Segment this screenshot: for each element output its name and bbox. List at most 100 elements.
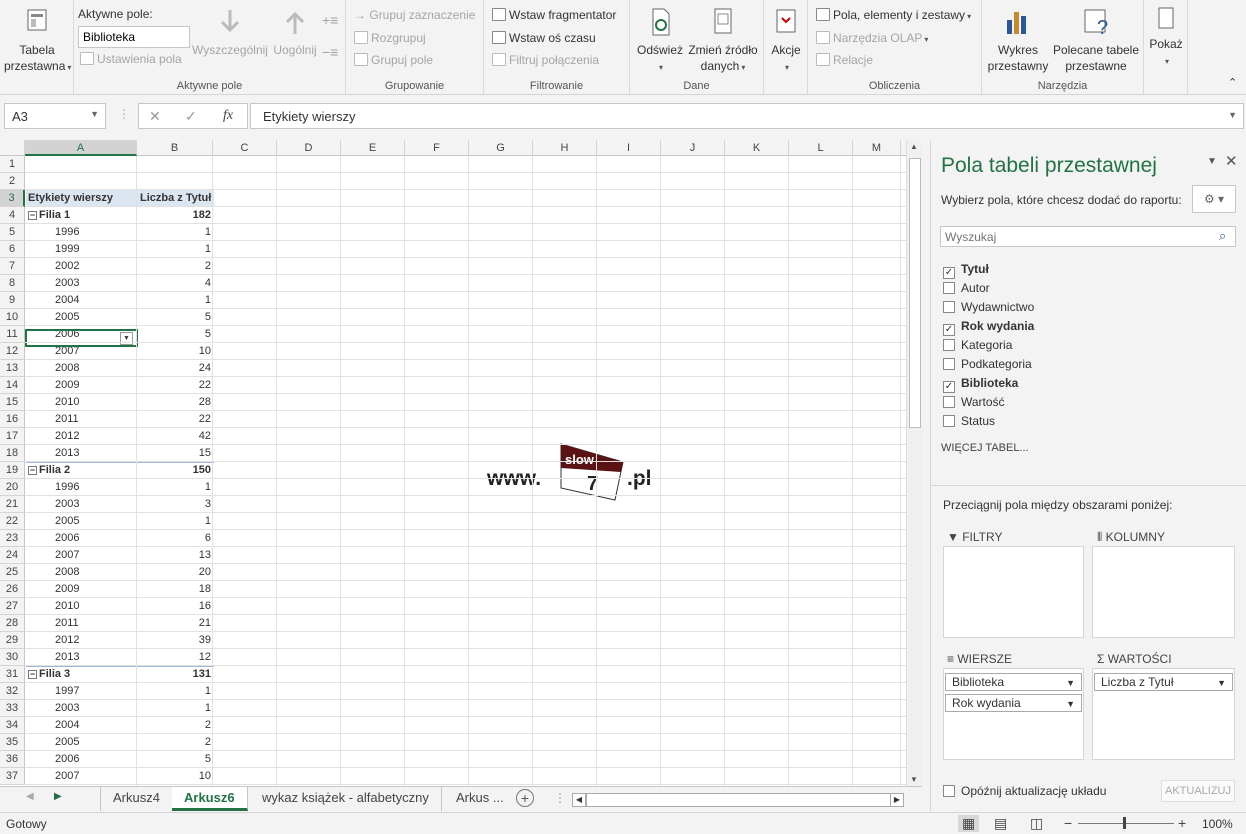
pivot-row-label[interactable]: 2009 [26,377,137,394]
pivot-row-label[interactable]: 2013 [26,445,137,462]
page-layout-icon[interactable]: ▤ [994,815,1007,832]
row-header-9[interactable]: 9 [0,292,25,309]
row-header-11[interactable]: 11 [0,326,25,343]
columns-area[interactable] [1092,546,1235,638]
row-header-29[interactable]: 29 [0,632,25,649]
close-icon[interactable]: ✕ [1225,152,1238,170]
zoom-level[interactable]: 100% [1202,817,1233,831]
pivot-row-value[interactable]: 2 [138,717,213,734]
show-button[interactable]: Pokaż ▾ [1148,6,1184,70]
row-header-14[interactable]: 14 [0,377,25,394]
next-sheet-icon[interactable]: ▶ [54,791,62,802]
field-settings-button[interactable]: Ustawienia pola [80,52,182,66]
change-data-source-button[interactable]: Zmień źródło danych ▾ [686,6,760,76]
row-header-16[interactable]: 16 [0,411,25,428]
insert-function-icon[interactable]: fx [223,108,233,124]
row-header-10[interactable]: 10 [0,309,25,326]
row-header-19[interactable]: 19 [0,462,25,479]
pivot-row-value[interactable]: 4 [138,275,213,292]
pivot-row-label[interactable]: 1997 [26,683,137,700]
checkbox[interactable] [943,785,955,797]
vertical-scrollbar[interactable]: ▲ ▼ [906,140,922,786]
pivot-group-label[interactable]: − Filia 1 [26,207,137,224]
enter-icon[interactable]: ✓ [185,108,197,125]
field-item[interactable]: ✓ Rok wydania [943,317,1034,336]
row-header-24[interactable]: 24 [0,547,25,564]
row-header-36[interactable]: 36 [0,751,25,768]
recommended-pivot-tables-button[interactable]: ? Polecane tabele przestawne [1052,6,1140,74]
pivot-row-label[interactable]: 2006 [26,751,137,768]
tab-arkusz4[interactable]: Arkusz4 [100,787,173,811]
prev-sheet-icon[interactable]: ◀ [26,791,34,802]
checkbox[interactable]: ✓ [943,324,955,336]
pivot-row-label[interactable]: 2007 [26,768,137,785]
row-header-2[interactable]: 2 [0,173,25,190]
pivot-group-total[interactable]: 150 [138,462,213,479]
group-field-button[interactable]: Grupuj pole [354,53,433,67]
pivot-row-value[interactable]: 1 [138,479,213,496]
pivot-group-label[interactable]: − Filia 2 [26,462,137,479]
scroll-down-icon[interactable]: ▼ [910,775,918,784]
pivot-row-value[interactable]: 39 [138,632,213,649]
row-header-18[interactable]: 18 [0,445,25,462]
group-selection-button[interactable]: → Grupuj zaznaczenie [354,8,475,22]
pivot-row-label[interactable]: 2004 [26,717,137,734]
pivot-row-value[interactable]: 1 [138,700,213,717]
checkbox[interactable] [943,282,955,294]
pivot-row-label[interactable]: 2005 [26,734,137,751]
pivot-row-value[interactable]: 1 [138,683,213,700]
pivot-row-value[interactable]: 5 [138,326,213,343]
column-header-k[interactable]: K [725,140,789,156]
column-header-f[interactable]: F [405,140,469,156]
scroll-thumb[interactable] [909,158,921,428]
checkbox[interactable] [943,339,955,351]
field-item[interactable]: Autor [943,279,990,297]
collapse-icon[interactable]: − [28,211,37,220]
pivot-row-value[interactable]: 13 [138,547,213,564]
column-header-j[interactable]: J [661,140,725,156]
field-item[interactable]: ✓ Tytuł [943,260,989,279]
drill-down-button[interactable]: Wyszczególnij [192,6,268,58]
row-header-23[interactable]: 23 [0,530,25,547]
collapse-icon[interactable]: − [28,466,37,475]
filter-connections-button[interactable]: Filtruj połączenia [492,53,599,67]
name-box[interactable]: A3 ▼ [4,103,106,129]
pivot-row-value[interactable]: 20 [138,564,213,581]
zoom-out-icon[interactable]: − [1064,815,1072,831]
ungroup-button[interactable]: Rozgrupuj [354,31,426,45]
pivot-row-value[interactable]: 28 [138,394,213,411]
pivot-row-value[interactable]: 1 [138,513,213,530]
filter-dropdown-icon[interactable]: ▼ [120,332,133,345]
row-header-5[interactable]: 5 [0,224,25,241]
row-header-25[interactable]: 25 [0,564,25,581]
cancel-icon[interactable]: ✕ [149,108,161,125]
pivot-row-label[interactable]: 2005 [26,513,137,530]
insert-slicer-button[interactable]: Wstaw fragmentator [492,8,616,22]
tab-arkusz6[interactable]: Arkusz6 [172,787,248,811]
pivot-row-value[interactable]: 10 [138,768,213,785]
field-search-input[interactable] [940,226,1236,247]
pivot-header-row-labels[interactable]: Etykiety wierszy [26,190,138,207]
pivot-row-label[interactable]: 2012 [26,428,137,445]
pivot-row-value[interactable]: 5 [138,309,213,326]
pivot-row-value[interactable]: 24 [138,360,213,377]
tab-splitter-icon[interactable]: ⋮ [554,791,566,805]
field-item[interactable]: Status [943,412,995,430]
select-all-corner[interactable] [0,140,25,156]
field-item[interactable]: Wydawnictwo [943,298,1034,316]
scroll-up-icon[interactable]: ▲ [910,142,918,151]
column-header-d[interactable]: D [277,140,341,156]
pane-options-icon[interactable]: ▼ [1207,156,1217,167]
scroll-left-icon[interactable]: ◀ [572,793,586,807]
pivot-row-value[interactable]: 2 [138,734,213,751]
pivot-row-label[interactable]: 2004 [26,292,137,309]
pivot-row-label[interactable]: 2012 [26,632,137,649]
column-header-e[interactable]: E [341,140,405,156]
row-header-33[interactable]: 33 [0,700,25,717]
pivot-row-value[interactable]: 42 [138,428,213,445]
rows-item-rok-wydania[interactable]: Rok wydania ▼ [945,694,1082,712]
pivot-group-total[interactable]: 182 [138,207,213,224]
pivot-row-value[interactable]: 2 [138,258,213,275]
pivot-row-value[interactable]: 10 [138,343,213,360]
pivot-row-label[interactable]: 1996 [26,224,137,241]
